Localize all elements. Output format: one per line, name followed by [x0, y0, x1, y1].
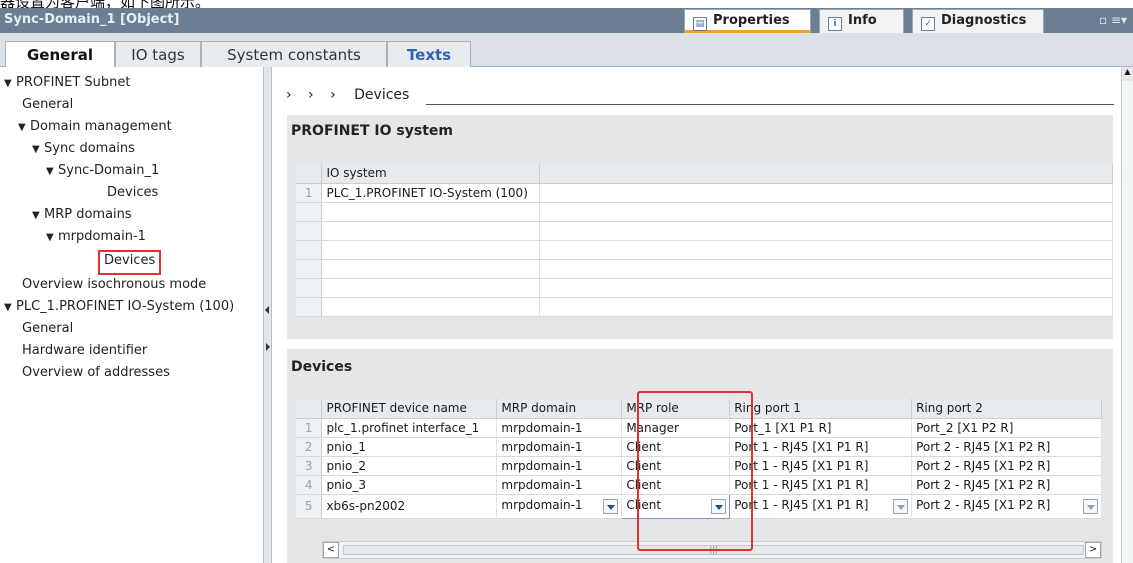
subtab-row: General IO tags System constants Texts	[0, 33, 1133, 68]
io-system-header: IO system	[321, 164, 541, 184]
nav-overview-isochronous[interactable]: Overview isochronous mode	[22, 277, 206, 299]
info-icon: i	[828, 17, 842, 31]
tab-general[interactable]: General	[5, 41, 115, 68]
col-device-name: PROFINET device name	[321, 399, 498, 419]
scroll-right-icon[interactable]: >	[1085, 542, 1101, 558]
menu-icon[interactable]: ≡▾	[1111, 13, 1127, 27]
breadcrumb: › › › Devices	[286, 87, 409, 103]
col-ring-port-1: Ring port 1	[729, 399, 913, 419]
ring-port-1-select[interactable]: Port 1 - RJ45 [X1 P1 R]	[729, 494, 913, 519]
breadcrumb-divider	[426, 104, 1114, 105]
io-system-cell[interactable]: PLC_1.PROFINET IO-System (100)	[321, 183, 541, 203]
col-mrp-role: MRP role	[621, 399, 731, 419]
expand-icon[interactable]: ▼	[4, 302, 16, 313]
nav-sync-devices[interactable]: Devices	[107, 185, 158, 207]
devices-section: Devices PROFINET device name MRP domain …	[287, 349, 1113, 563]
dropdown-arrow-icon[interactable]	[1083, 499, 1098, 514]
scroll-left-icon[interactable]: <	[323, 542, 339, 558]
expand-right-icon[interactable]	[266, 343, 270, 351]
dropdown-arrow-icon[interactable]	[893, 499, 909, 514]
nav-hardware-identifier[interactable]: Hardware identifier	[22, 343, 147, 365]
expand-icon[interactable]: ▼	[46, 166, 58, 177]
nav-io-general[interactable]: General	[22, 321, 73, 343]
window-title: Sync-Domain_1 [Object]	[4, 12, 180, 27]
expand-icon[interactable]: ▼	[32, 210, 44, 221]
table-row[interactable]: 3 pnio_2 mrpdomain-1 Client Port 1 - RJ4…	[296, 456, 1102, 476]
window-titlebar: Sync-Domain_1 [Object] ▤ Properties i Info…	[0, 8, 1133, 33]
col-mrp-domain: MRP domain	[496, 399, 623, 419]
dropdown-arrow-icon[interactable]	[603, 499, 619, 514]
tab-properties[interactable]: ▤ Properties	[684, 9, 811, 33]
devices-table: PROFINET device name MRP domain MRP role…	[296, 399, 1102, 519]
nav-io-system[interactable]: ▼ PLC_1.PROFINET IO-System (100)	[4, 299, 234, 321]
io-system-table: IO system 1 PLC_1.PROFINET IO-System (10…	[296, 164, 1113, 317]
breadcrumb-arrows: › › ›	[286, 87, 342, 103]
expand-icon[interactable]: ▼	[4, 78, 16, 89]
content-pane: › › › Devices PROFINET IO system IO syst…	[272, 67, 1121, 563]
top-caption-strip: 器设置为客户端，如下图所示。	[0, 0, 1133, 8]
table-row[interactable]: 2 pnio_1 mrpdomain-1 Client Port 1 - RJ4…	[296, 437, 1102, 457]
vertical-scrollbar[interactable]: ▲	[1121, 67, 1133, 563]
nav-mrp-domains[interactable]: ▼ MRP domains	[32, 207, 132, 229]
collapse-left-icon[interactable]	[265, 306, 269, 314]
io-system-section: PROFINET IO system IO system 1 PLC_1.PRO…	[287, 115, 1113, 339]
window-controls[interactable]: ▫ ≡▾	[1091, 8, 1133, 33]
dropdown-arrow-icon[interactable]	[711, 499, 727, 514]
breadcrumb-label: Devices	[354, 87, 410, 103]
expand-icon[interactable]: ▼	[18, 122, 30, 133]
col-ring-port-2: Ring port 2	[911, 399, 1102, 419]
nav-sync-domains[interactable]: ▼ Sync domains	[32, 141, 135, 163]
table-row[interactable]: 4 pnio_3 mrpdomain-1 Client Port 1 - RJ4…	[296, 475, 1102, 495]
tab-texts[interactable]: Texts	[387, 41, 471, 67]
nav-overview-addresses[interactable]: Overview of addresses	[22, 365, 170, 387]
table-row[interactable]: 5 xb6s-pn2002 mrpdomain-1 Client Port 1 …	[296, 493, 1102, 519]
diagnostics-icon: ✓	[921, 17, 935, 31]
mrp-domain-select[interactable]: mrpdomain-1	[496, 494, 623, 519]
pane-splitter[interactable]	[264, 67, 272, 563]
table-row[interactable]: 1 plc_1.profinet interface_1 mrpdomain-1…	[296, 418, 1102, 438]
scroll-thumb[interactable]: |||	[343, 545, 1084, 555]
restore-icon[interactable]: ▫	[1099, 13, 1107, 27]
nav-mrp-devices[interactable]: Devices	[98, 250, 162, 275]
expand-icon[interactable]: ▼	[32, 144, 44, 155]
caption-text: 器设置为客户端，如下图所示。	[0, 0, 210, 8]
devices-title: Devices	[291, 359, 353, 375]
tab-io-tags[interactable]: IO tags	[115, 41, 201, 67]
io-system-title: PROFINET IO system	[291, 123, 453, 139]
nav-sync-domain-1[interactable]: ▼ Sync-Domain_1	[46, 163, 159, 185]
nav-mrpdomain-1[interactable]: ▼ mrpdomain-1	[46, 229, 146, 251]
navigation-tree: ▼ PROFINET Subnet General ▼ Domain managem…	[0, 67, 264, 563]
tab-system-constants[interactable]: System constants	[201, 41, 387, 67]
expand-icon[interactable]: ▼	[46, 232, 58, 243]
horizontal-scrollbar[interactable]: < ||| >	[322, 541, 1102, 559]
table-row[interactable]: 1 PLC_1.PROFINET IO-System (100)	[296, 183, 1113, 203]
tab-diagnostics[interactable]: ✓ Diagnostics	[912, 9, 1044, 33]
properties-icon: ▤	[693, 17, 707, 31]
tab-info[interactable]: i Info	[819, 9, 904, 33]
nav-domain-management[interactable]: ▼ Domain management	[18, 119, 172, 141]
mrp-role-select[interactable]: Client	[621, 493, 731, 519]
nav-general[interactable]: General	[22, 97, 73, 119]
ring-port-2-select[interactable]: Port 2 - RJ45 [X1 P2 R]	[911, 494, 1102, 519]
scroll-up-icon[interactable]: ▲	[1122, 67, 1133, 81]
nav-profinet-subnet[interactable]: ▼ PROFINET Subnet	[4, 75, 131, 97]
